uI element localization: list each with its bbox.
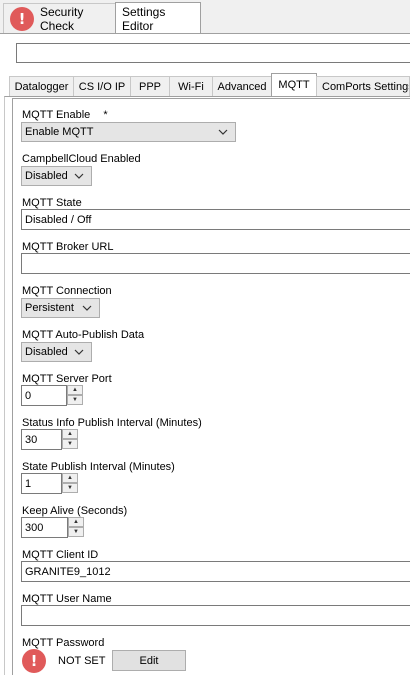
- chevron-down-icon: [73, 169, 85, 183]
- tab-label: ComPorts Settings: [322, 80, 410, 93]
- spin-up-arrow-icon[interactable]: ▲: [67, 385, 83, 395]
- tab-security-check-label: Security Check: [40, 4, 84, 33]
- exclamation-alert-icon: !: [22, 649, 46, 673]
- tab-label: CS I/O IP: [78, 80, 126, 93]
- mqtt-server-port-input[interactable]: 0: [21, 385, 67, 406]
- spin-up-arrow-icon[interactable]: ▲: [62, 429, 78, 439]
- mqtt-connection-dropdown[interactable]: Persistent: [21, 298, 100, 318]
- mqtt-state-field: Disabled / Off: [21, 209, 410, 230]
- state-publish-interval-value: 1: [25, 477, 32, 490]
- mqtt-enable-value: Enable MQTT: [25, 126, 94, 138]
- tab-label: Wi-Fi: [178, 80, 204, 93]
- status-info-interval-value: 30: [25, 433, 38, 446]
- edit-password-button[interactable]: Edit: [112, 650, 186, 671]
- mqtt-client-id-label: MQTT Client ID: [22, 549, 99, 561]
- required-marker: *: [103, 109, 108, 121]
- campbellcloud-enabled-value: Disabled: [25, 170, 68, 182]
- state-publish-interval-input[interactable]: 1: [21, 473, 62, 494]
- tab-settings-editor-label: Settings Editor: [122, 4, 166, 33]
- tab-mqtt[interactable]: MQTT: [271, 73, 317, 97]
- mqtt-server-port-label: MQTT Server Port: [22, 373, 112, 385]
- keep-alive-input[interactable]: 300: [21, 517, 68, 538]
- state-publish-interval-label: State Publish Interval (Minutes): [22, 461, 175, 473]
- chevron-down-icon: [73, 345, 85, 359]
- tab-settings-editor[interactable]: Settings Editor: [115, 2, 201, 34]
- campbellcloud-enabled-label: CampbellCloud Enabled: [22, 153, 141, 165]
- mqtt-enable-label: MQTT Enable *: [22, 109, 108, 121]
- keep-alive-label: Keep Alive (Seconds): [22, 505, 128, 517]
- settings-path-field[interactable]: [16, 43, 410, 63]
- state-publish-interval-spinner: ▲ ▼: [62, 473, 78, 494]
- keep-alive-spinner: ▲ ▼: [68, 517, 84, 538]
- chevron-down-icon: [81, 301, 93, 315]
- mqtt-connection-label: MQTT Connection: [22, 285, 112, 297]
- mqtt-state-label: MQTT State: [22, 197, 82, 209]
- mqtt-broker-url-input[interactable]: [21, 253, 410, 274]
- tab-cs-io-ip[interactable]: CS I/O IP: [73, 76, 131, 96]
- chevron-down-icon: [217, 125, 229, 139]
- mqtt-client-id-value: GRANITE9_1012: [25, 565, 111, 578]
- mqtt-auto-publish-value: Disabled: [25, 346, 68, 358]
- mqtt-user-name-input[interactable]: [21, 605, 410, 626]
- spin-down-arrow-icon[interactable]: ▼: [67, 395, 83, 405]
- mqtt-client-id-input[interactable]: GRANITE9_1012: [21, 561, 410, 582]
- mqtt-enable-label-text: MQTT Enable: [22, 109, 91, 121]
- tab-wi-fi[interactable]: Wi-Fi: [169, 76, 213, 96]
- mqtt-auto-publish-dropdown[interactable]: Disabled: [21, 342, 92, 362]
- spin-down-arrow-icon[interactable]: ▼: [62, 483, 78, 493]
- tab-comports-settings[interactable]: ComPorts Settings: [316, 76, 410, 96]
- tab-label: PPP: [138, 80, 161, 93]
- mqtt-enable-dropdown[interactable]: Enable MQTT: [21, 122, 236, 142]
- spin-down-arrow-icon[interactable]: ▼: [62, 439, 78, 449]
- mqtt-user-name-label: MQTT User Name: [22, 593, 112, 605]
- spin-up-arrow-icon[interactable]: ▲: [68, 517, 84, 527]
- mqtt-password-status: NOT SET: [58, 655, 106, 667]
- mqtt-auto-publish-label: MQTT Auto-Publish Data: [22, 329, 145, 341]
- tab-label: MQTT: [278, 79, 310, 91]
- mqtt-connection-value: Persistent: [25, 302, 74, 314]
- tab-advanced[interactable]: Advanced: [212, 76, 272, 96]
- top-tab-strip: ! Security Check Settings Editor: [0, 0, 410, 34]
- mqtt-state-value: Disabled / Off: [25, 213, 92, 226]
- edit-password-button-label: Edit: [139, 654, 159, 667]
- campbellcloud-enabled-dropdown[interactable]: Disabled: [21, 166, 92, 186]
- tab-label: Advanced: [217, 80, 267, 93]
- tab-ppp[interactable]: PPP: [130, 76, 170, 96]
- mqtt-password-label: MQTT Password: [22, 637, 105, 649]
- keep-alive-value: 300: [25, 521, 44, 534]
- status-info-interval-label: Status Info Publish Interval (Minutes): [22, 417, 202, 429]
- spin-up-arrow-icon[interactable]: ▲: [62, 473, 78, 483]
- tab-datalogger[interactable]: Datalogger: [9, 76, 74, 96]
- status-info-interval-input[interactable]: 30: [21, 429, 62, 450]
- mqtt-server-port-spinner: ▲ ▼: [67, 385, 83, 406]
- spin-down-arrow-icon[interactable]: ▼: [68, 527, 84, 537]
- mqtt-server-port-value: 0: [25, 389, 32, 402]
- tab-security-check[interactable]: ! Security Check: [3, 3, 116, 33]
- exclamation-alert-icon: !: [10, 6, 34, 31]
- mqtt-broker-url-label: MQTT Broker URL: [22, 241, 114, 253]
- tab-label: Datalogger: [14, 80, 69, 93]
- status-info-interval-spinner: ▲ ▼: [62, 429, 78, 450]
